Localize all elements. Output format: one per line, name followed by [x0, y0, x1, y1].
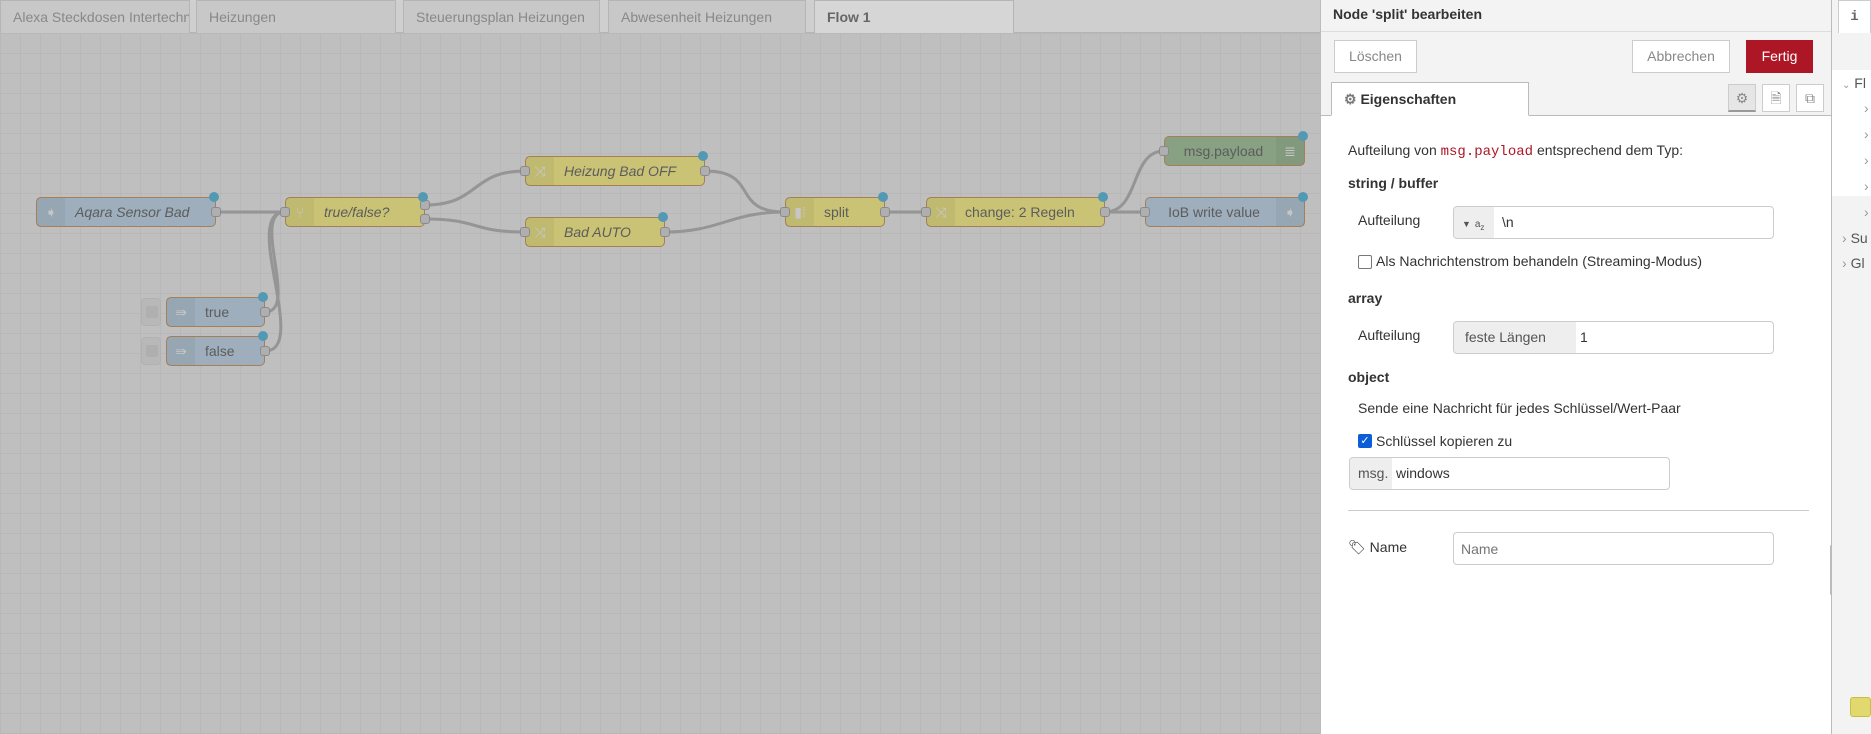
done-button[interactable]: Fertig: [1746, 40, 1813, 73]
msg-prefix: msg.: [1350, 458, 1392, 489]
object-description: Sende eine Nachricht für jedes Schlüssel…: [1358, 400, 1681, 416]
tray-toolbar: Löschen Abbrechen Fertig: [1321, 32, 1831, 82]
tag-icon: 🏷: [1348, 539, 1366, 555]
field-label: Aufteilung: [1358, 327, 1421, 343]
intro-text: entsprechend dem Typ:: [1536, 142, 1683, 158]
document-icon: 🗎: [1770, 90, 1782, 106]
chevron-right-icon[interactable]: ›: [1864, 152, 1869, 168]
cancel-button[interactable]: Abbrechen: [1632, 40, 1730, 73]
sidebar: i ⌄ Fl › › › › › › Su › Gl: [1832, 0, 1871, 734]
tab-label: Eigenschaften: [1360, 91, 1457, 107]
copy-key-input[interactable]: msg. windows: [1349, 457, 1670, 490]
copy-key-checkbox[interactable]: ✓: [1358, 434, 1372, 448]
gear-icon: ⚙: [1344, 91, 1357, 107]
workspace-tabs: Alexa Steckdosen Intertechno Heizungen S…: [0, 0, 1320, 33]
delete-button[interactable]: Löschen: [1334, 40, 1417, 73]
name-input[interactable]: [1453, 532, 1774, 565]
checkbox-label: Schlüssel kopieren zu: [1376, 433, 1513, 449]
description-icon-button[interactable]: 🗎: [1762, 84, 1790, 112]
intro-code: msg.payload: [1440, 144, 1534, 160]
input-value: \n: [1502, 214, 1514, 230]
tray-title: Node 'split' bearbeiten: [1321, 0, 1831, 32]
section-heading: array: [1348, 290, 1383, 306]
gear-icon: ⚙: [1735, 90, 1749, 106]
chevron-right-icon[interactable]: ›: [1864, 126, 1869, 142]
tray-tabs: ⚙ Eigenschaften ⚙ 🗎 ⧉: [1321, 82, 1831, 116]
window-icon: ⧉: [1805, 90, 1815, 106]
appearance-icon-button[interactable]: ⧉: [1796, 84, 1824, 112]
settings-icon-button[interactable]: ⚙: [1728, 84, 1756, 112]
field-label: Aufteilung: [1358, 212, 1421, 228]
array-split-input[interactable]: feste Längen von 1: [1453, 321, 1774, 354]
workspace-tab[interactable]: Abwesenheit Heizungen: [608, 0, 806, 33]
tree-item[interactable]: › Gl: [1842, 255, 1865, 271]
workspace-tab-active[interactable]: Flow 1: [814, 0, 1014, 33]
tab-properties[interactable]: ⚙ Eigenschaften: [1331, 82, 1529, 116]
chevron-right-icon[interactable]: ›: [1864, 178, 1869, 194]
tree-item[interactable]: › Su: [1842, 230, 1868, 246]
workspace-tab[interactable]: Steuerungsplan Heizungen: [403, 0, 600, 33]
streaming-checkbox[interactable]: [1358, 255, 1372, 269]
field-label: Name: [1369, 539, 1408, 555]
intro-text: Aufteilung von: [1348, 142, 1437, 158]
info-icon[interactable]: i: [1838, 0, 1871, 33]
string-type-icon: az: [1474, 219, 1485, 232]
chevron-right-icon[interactable]: ›: [1864, 204, 1869, 220]
tree-item[interactable]: ⌄ Fl: [1842, 75, 1866, 91]
node-preview: [1850, 697, 1871, 717]
workspace-tab[interactable]: Alexa Steckdosen Intertechno: [0, 0, 190, 33]
section-heading: object: [1348, 369, 1390, 385]
flow-canvas[interactable]: ➧ Aqara Sensor Bad ⑂ true/false? ⤨ Heizu…: [0, 33, 1320, 734]
modal-shade: [0, 33, 1320, 734]
type-select[interactable]: feste Längen von: [1454, 322, 1576, 353]
caret-down-icon: ▼: [1462, 219, 1471, 229]
checkbox-label: Als Nachrichtenstrom behandeln (Streamin…: [1376, 253, 1703, 269]
edit-tray: Node 'split' bearbeiten Löschen Abbreche…: [1320, 0, 1832, 734]
type-select[interactable]: ▼ az: [1454, 207, 1494, 238]
input-value: 1: [1580, 329, 1588, 345]
string-split-input[interactable]: ▼ az \n: [1453, 206, 1774, 239]
workspace-tab[interactable]: Heizungen: [196, 0, 396, 33]
chevron-right-icon[interactable]: ›: [1864, 100, 1869, 116]
input-value: windows: [1396, 465, 1450, 481]
divider: [1348, 510, 1809, 511]
section-heading: string / buffer: [1348, 175, 1439, 191]
